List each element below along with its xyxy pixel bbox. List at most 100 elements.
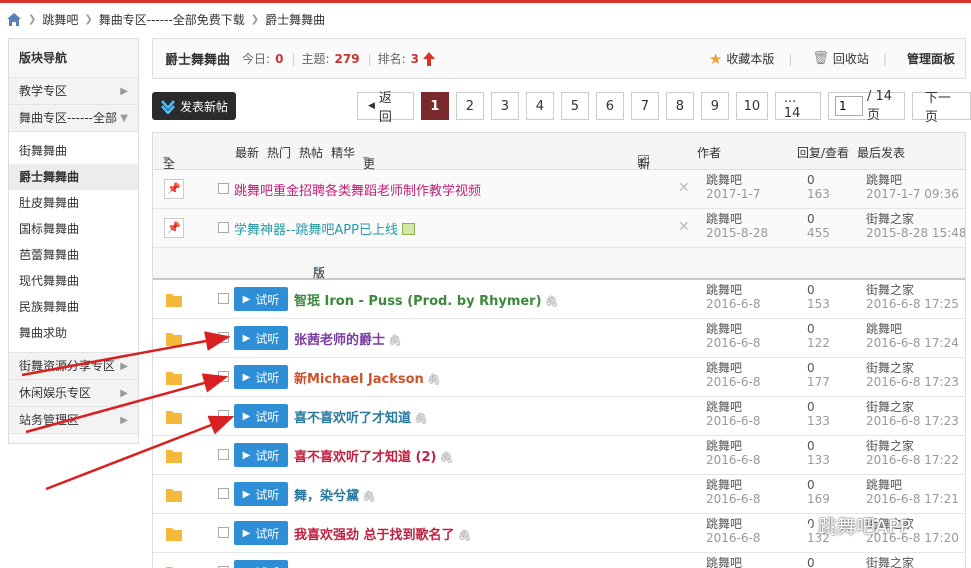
thread-author[interactable]: 跳舞吧 xyxy=(706,518,742,531)
thread-last-time[interactable]: 2017-1-7 09:36 xyxy=(866,188,959,201)
thread-last-user[interactable]: 跳舞吧 xyxy=(866,323,902,336)
page-link-8[interactable]: 8 xyxy=(665,92,694,120)
filter-latest[interactable]: 最新 xyxy=(235,144,259,161)
thread-title-link[interactable]: 舞，染兮黛 xyxy=(294,489,359,504)
thread-title-link[interactable]: 智珉 Iron - Puss (Prod. by Rhymer) xyxy=(294,294,542,309)
sidebar-group-leisure[interactable]: 休闲娱乐专区 ▶ xyxy=(9,380,138,407)
listen-button[interactable]: ▶试听 xyxy=(234,326,288,350)
thread-title-link[interactable]: 喜不喜欢听了才知道 (2) xyxy=(294,450,436,465)
page-link-last[interactable]: ... 14 xyxy=(774,91,821,121)
thread-last-user[interactable]: 街舞之家 xyxy=(866,284,914,297)
thread-replies: 0 xyxy=(807,173,815,187)
thread-author[interactable]: 跳舞吧 xyxy=(706,401,742,414)
refresh-icon[interactable]: ↻ xyxy=(313,264,323,278)
thread-title-link[interactable]: 跳舞吧重金招聘各类舞蹈老师制作教学视频 xyxy=(234,180,481,199)
breadcrumb-link-section[interactable]: 舞曲专区------全部免费下载 xyxy=(99,11,245,28)
sidebar-item-street[interactable]: 街舞舞曲 xyxy=(9,138,138,164)
sidebar-item-folk[interactable]: 民族舞舞曲 xyxy=(9,294,138,320)
sidebar-group-admin[interactable]: 站务管理区 ▶ xyxy=(9,407,138,434)
back-button[interactable]: ◀ 返 回 xyxy=(357,91,414,125)
page-link-6[interactable]: 6 xyxy=(595,92,624,120)
thread-author[interactable]: 跳舞吧 xyxy=(706,479,742,492)
listen-label: 试听 xyxy=(255,448,280,463)
thread-last-time[interactable]: 2016-6-8 17:25 xyxy=(866,298,959,311)
row-checkbox[interactable] xyxy=(218,488,229,499)
listen-button[interactable]: ▶试听 xyxy=(234,365,288,389)
folder-icon xyxy=(166,333,182,346)
thread-title-link[interactable]: 新Michael Jackson xyxy=(294,372,424,387)
page-jump-input[interactable] xyxy=(834,96,863,116)
sidebar-item-modern[interactable]: 现代舞舞曲 xyxy=(9,268,138,294)
favorite-forum-link[interactable]: ★ 收藏本版 xyxy=(709,50,774,68)
thread-last-user[interactable]: 街舞之家 xyxy=(866,362,914,375)
row-checkbox[interactable] xyxy=(218,371,229,382)
thread-last-user[interactable]: 跳舞吧 xyxy=(866,479,902,492)
sidebar-item-request[interactable]: 舞曲求助 xyxy=(9,320,138,346)
thread-last-user[interactable]: 街舞之家 xyxy=(866,440,914,453)
thread-author[interactable]: 跳舞吧 xyxy=(706,284,742,297)
thread-last-user[interactable]: 街舞之家 xyxy=(866,401,914,414)
listen-button[interactable]: ▶试听 xyxy=(234,443,288,467)
row-checkbox[interactable] xyxy=(218,410,229,421)
new-post-button[interactable]: 发表新帖 xyxy=(152,92,236,120)
sidebar-item-ballroom[interactable]: 国标舞舞曲 xyxy=(9,216,138,242)
paperclip-icon: 🖇 xyxy=(362,490,376,503)
sidebar-group-resources[interactable]: 街舞资源分享专区 ▶ xyxy=(9,353,138,380)
thread-title-link[interactable]: 我喜欢强劲 总于找到歌名了 xyxy=(294,528,455,543)
filter-hot-posts[interactable]: 热帖 xyxy=(299,144,323,161)
row-checkbox[interactable] xyxy=(218,222,229,233)
row-checkbox[interactable] xyxy=(218,527,229,538)
row-checkbox[interactable] xyxy=(218,293,229,304)
thread-last-time[interactable]: 2016-6-8 17:21 xyxy=(866,493,959,506)
admin-panel-link[interactable]: 管理面板 xyxy=(907,50,955,67)
thread-last-time[interactable]: 2015-8-28 15:48 xyxy=(866,227,965,240)
breadcrumb-link-home[interactable]: 跳舞吧 xyxy=(42,11,78,28)
thread-last-user[interactable]: 跳舞吧 xyxy=(866,174,902,187)
thread-last-user[interactable]: 街舞之家 xyxy=(866,557,914,568)
listen-button[interactable]: ▶试听 xyxy=(234,287,288,311)
row-checkbox[interactable] xyxy=(218,332,229,343)
page-link-3[interactable]: 3 xyxy=(490,92,519,120)
listen-button[interactable]: ▶试听 xyxy=(234,521,288,545)
close-icon[interactable]: ✕ xyxy=(678,180,690,196)
row-checkbox[interactable] xyxy=(218,449,229,460)
listen-button[interactable]: ▶试听 xyxy=(234,482,288,506)
next-page-button[interactable]: 下一页 xyxy=(911,91,971,125)
sidebar-group-teaching[interactable]: 教学专区 ▶ xyxy=(9,78,138,105)
sidebar-item-jazz[interactable]: 爵士舞舞曲 xyxy=(9,164,138,190)
folder-icon xyxy=(166,294,182,307)
breadcrumb-link-forum[interactable]: 爵士舞舞曲 xyxy=(265,11,325,28)
thread-title-link[interactable]: 张茜老师的爵士 xyxy=(294,333,385,348)
page-link-4[interactable]: 4 xyxy=(525,92,554,120)
close-icon[interactable]: ✕ xyxy=(678,219,690,235)
thread-author[interactable]: 跳舞吧 xyxy=(706,557,742,568)
thread-title-link[interactable]: 喜不喜欢听了才知道 xyxy=(294,411,411,426)
thread-author[interactable]: 跳舞吧 xyxy=(706,174,742,187)
thread-author[interactable]: 跳舞吧 xyxy=(706,440,742,453)
page-link-7[interactable]: 7 xyxy=(630,92,659,120)
thread-author[interactable]: 跳舞吧 xyxy=(706,323,742,336)
page-link-1[interactable]: 1 xyxy=(420,92,449,120)
page-link-2[interactable]: 2 xyxy=(455,92,484,120)
home-icon[interactable] xyxy=(6,12,22,27)
thread-last-time[interactable]: 2016-6-8 17:23 xyxy=(866,376,959,389)
thread-last-time[interactable]: 2016-6-8 17:22 xyxy=(866,454,959,467)
sidebar-group-music[interactable]: 舞曲专区------全部 ▼ xyxy=(9,105,138,132)
page-link-5[interactable]: 5 xyxy=(560,92,589,120)
page-link-9[interactable]: 9 xyxy=(700,92,729,120)
page-link-10[interactable]: 10 xyxy=(735,92,768,120)
thread-author[interactable]: 跳舞吧 xyxy=(706,362,742,375)
listen-button[interactable]: ▶试听 xyxy=(234,560,288,568)
filter-hot[interactable]: 热门 xyxy=(267,144,291,161)
listen-button[interactable]: ▶试听 xyxy=(234,404,288,428)
thread-last-time[interactable]: 2016-6-8 17:24 xyxy=(866,337,959,350)
thread-last-user[interactable]: 街舞之家 xyxy=(866,213,914,226)
thread-last-time[interactable]: 2016-6-8 17:23 xyxy=(866,415,959,428)
thread-title-link[interactable]: 学舞神器--跳舞吧APP已上线 xyxy=(234,219,398,238)
thread-author[interactable]: 跳舞吧 xyxy=(706,213,742,226)
filter-digest[interactable]: 精华 xyxy=(331,144,355,161)
sidebar-item-ballet[interactable]: 芭蕾舞舞曲 xyxy=(9,242,138,268)
row-checkbox[interactable] xyxy=(218,183,229,194)
sidebar-item-belly[interactable]: 肚皮舞舞曲 xyxy=(9,190,138,216)
recycle-bin-link[interactable]: 🗑 回收站 xyxy=(812,50,869,67)
